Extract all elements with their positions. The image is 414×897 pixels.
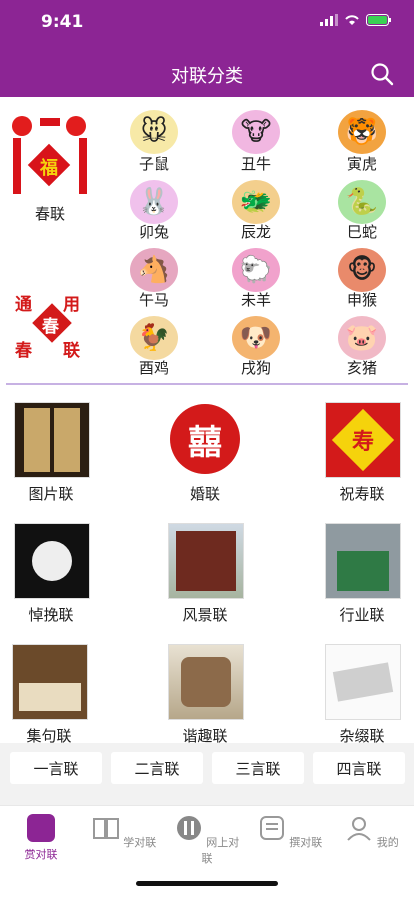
pig-icon[interactable]: 🐷 — [338, 316, 386, 360]
zodiac-label-rabbit[interactable]: 卯兔 — [130, 221, 178, 242]
zodiac-section: 福 春联 通 用 春 联 春 🐭 子鼠 🐮 丑牛 🐯 寅虎 🐰 卯兔 🐲 辰龙 … — [0, 100, 414, 382]
battery-icon — [366, 14, 391, 26]
tag-two-word[interactable]: 二言联 — [111, 752, 203, 784]
zodiac-label-dragon[interactable]: 辰龙 — [232, 221, 280, 242]
category-image-miscellaneous[interactable] — [325, 644, 401, 720]
chunlian-label[interactable]: 春联 — [30, 203, 70, 224]
tag-one-word[interactable]: 一言联 — [10, 752, 102, 784]
zodiac-label-dog[interactable]: 戌狗 — [232, 357, 280, 378]
zodiac-label-tiger[interactable]: 寅虎 — [338, 153, 386, 174]
book-icon — [92, 818, 119, 839]
tab-label-me: 我的 — [376, 836, 399, 849]
zodiac-label-pig[interactable]: 亥猪 — [338, 357, 386, 378]
tongyong-char-1: 通 — [15, 295, 32, 315]
tongyong-center-char: 春 — [42, 317, 59, 337]
tab-label-online: 网上对联 — [201, 836, 240, 865]
category-label-picture[interactable]: 图片联 — [14, 483, 88, 504]
category-label-wedding[interactable]: 婚联 — [168, 483, 242, 504]
appreciate-icon — [27, 814, 55, 842]
zodiac-label-rat[interactable]: 子鼠 — [130, 153, 178, 174]
tongyong-char-2: 用 — [63, 295, 80, 315]
online-icon — [176, 816, 201, 840]
monkey-icon[interactable]: 🐵 — [338, 248, 386, 292]
page-title: 对联分类 — [171, 66, 243, 87]
zodiac-label-rooster[interactable]: 酉鸡 — [130, 357, 178, 378]
rooster-icon[interactable]: 🐓 — [130, 316, 178, 360]
category-image-collected[interactable] — [12, 644, 88, 720]
longevity-glyph: 寿 — [351, 429, 375, 455]
tab-label-compose: 撰对联 — [289, 836, 323, 849]
zodiac-label-horse[interactable]: 午马 — [130, 289, 178, 310]
search-icon[interactable] — [370, 62, 394, 86]
tiger-icon[interactable]: 🐯 — [338, 110, 386, 154]
fu-character: 福 — [40, 158, 58, 179]
section-divider — [6, 383, 408, 385]
word-count-tags: 一言联 二言联 三言联 四言联 — [0, 743, 414, 805]
home-indicator — [136, 881, 278, 886]
horse-icon[interactable]: 🐴 — [130, 248, 178, 292]
category-image-industry[interactable] — [325, 523, 401, 599]
tab-online[interactable]: 网上对联 — [172, 814, 242, 866]
ox-icon[interactable]: 🐮 — [232, 110, 280, 154]
zodiac-label-snake[interactable]: 巳蛇 — [338, 221, 386, 242]
snake-icon[interactable]: 🐍 — [338, 180, 386, 224]
goat-icon[interactable]: 🐑 — [232, 248, 280, 292]
signal-icon — [320, 14, 338, 26]
tongyong-char-3: 春 — [15, 341, 32, 361]
category-label-birthday[interactable]: 祝寿联 — [325, 483, 399, 504]
category-label-mourning[interactable]: 悼挽联 — [14, 604, 88, 625]
tongyong-chunlian-item[interactable]: 通 用 春 联 春 — [15, 288, 85, 361]
dog-icon[interactable]: 🐶 — [232, 316, 280, 360]
rat-icon[interactable]: 🐭 — [130, 110, 178, 154]
category-image-scenery[interactable] — [168, 523, 244, 599]
tab-learn[interactable]: 学对联 — [89, 814, 159, 850]
document-icon — [259, 816, 284, 840]
double-happiness-glyph: 囍 — [188, 422, 222, 463]
rabbit-icon[interactable]: 🐰 — [130, 180, 178, 224]
status-time: 9:41 — [41, 12, 84, 32]
category-image-birthday[interactable]: 寿 — [325, 402, 401, 478]
app-header: 9:41 对联分类 — [0, 0, 414, 97]
tab-label-learn: 学对联 — [123, 836, 157, 849]
zodiac-label-monkey[interactable]: 申猴 — [338, 289, 386, 310]
tab-compose[interactable]: 撰对联 — [255, 814, 325, 850]
user-icon — [347, 817, 371, 841]
wifi-icon — [345, 15, 359, 25]
tag-four-word[interactable]: 四言联 — [313, 752, 405, 784]
category-image-humor[interactable] — [168, 644, 244, 720]
tab-me[interactable]: 我的 — [337, 814, 407, 850]
zodiac-label-goat[interactable]: 未羊 — [232, 289, 280, 310]
tag-three-word[interactable]: 三言联 — [212, 752, 304, 784]
zodiac-label-ox[interactable]: 丑牛 — [232, 153, 280, 174]
tongyong-char-4: 联 — [63, 341, 80, 361]
category-image-mourning[interactable] — [14, 523, 90, 599]
status-icons — [320, 14, 392, 26]
category-label-industry[interactable]: 行业联 — [325, 604, 399, 625]
tab-appreciate[interactable]: 赏对联 — [6, 814, 76, 862]
category-label-scenery[interactable]: 风景联 — [168, 604, 242, 625]
dragon-icon[interactable]: 🐲 — [232, 180, 280, 224]
tab-label-appreciate: 赏对联 — [24, 848, 58, 861]
category-image-wedding[interactable]: 囍 — [168, 402, 242, 476]
category-image-picture[interactable] — [14, 402, 90, 478]
